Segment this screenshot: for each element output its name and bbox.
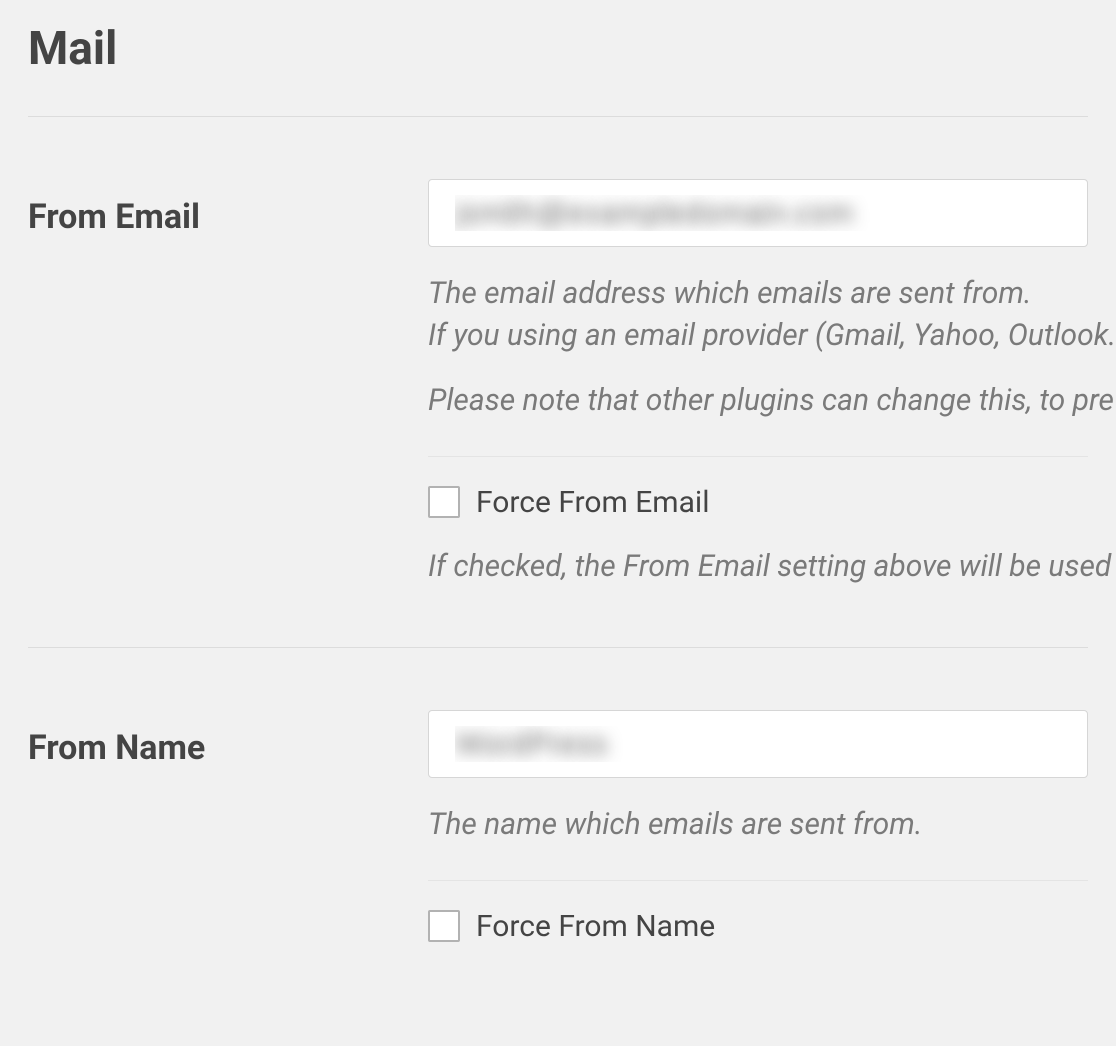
from-email-controls: The email address which emails are sent … bbox=[428, 179, 1088, 585]
from-name-label-col: From Name bbox=[28, 710, 428, 768]
from-name-input[interactable] bbox=[428, 710, 1088, 778]
force-from-name-checkbox[interactable] bbox=[428, 910, 460, 942]
from-email-row: From Email The email address which email… bbox=[28, 117, 1088, 648]
force-from-email-row: Force From Email bbox=[428, 485, 1088, 520]
from-email-desc-1: The email address which emails are sent … bbox=[428, 275, 1088, 313]
force-from-email-label: Force From Email bbox=[476, 485, 710, 520]
force-from-email-desc: If checked, the From Email setting above… bbox=[428, 548, 1088, 586]
from-name-desc: The name which emails are sent from. bbox=[428, 806, 1088, 844]
from-name-subdivider bbox=[428, 880, 1088, 881]
mail-settings-section: Mail From Email The email address which … bbox=[0, 0, 1116, 1046]
force-from-name-label: Force From Name bbox=[476, 909, 715, 944]
from-name-label: From Name bbox=[28, 728, 428, 768]
force-from-email-checkbox[interactable] bbox=[428, 486, 460, 518]
from-email-label-col: From Email bbox=[28, 179, 428, 237]
from-email-input[interactable] bbox=[428, 179, 1088, 247]
force-from-name-row: Force From Name bbox=[428, 909, 1088, 944]
from-email-desc-3: Please note that other plugins can chang… bbox=[428, 382, 1088, 420]
from-email-label: From Email bbox=[28, 197, 428, 237]
from-email-desc-2: If you using an email provider (Gmail, Y… bbox=[428, 317, 1088, 355]
section-title: Mail bbox=[28, 22, 1088, 76]
from-name-row: From Name The name which emails are sent… bbox=[28, 648, 1088, 1006]
from-email-subdivider bbox=[428, 456, 1088, 457]
from-name-controls: The name which emails are sent from. For… bbox=[428, 710, 1088, 944]
